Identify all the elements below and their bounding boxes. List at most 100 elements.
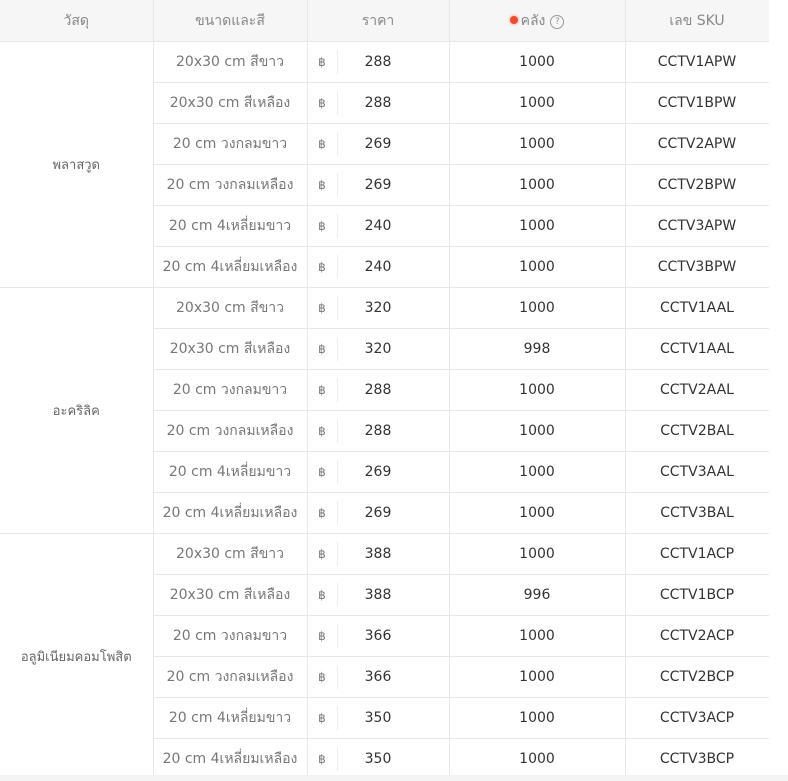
price-value[interactable]: 269 bbox=[338, 464, 449, 480]
price-value[interactable]: 240 bbox=[338, 259, 449, 275]
price-cell: ฿ 288 bbox=[307, 41, 450, 83]
stock-input[interactable]: 1000 bbox=[449, 738, 626, 780]
size-color-cell: 20 cm วงกลมเหลือง bbox=[153, 656, 308, 698]
stock-input[interactable]: 1000 bbox=[449, 656, 626, 698]
stock-input[interactable]: 996 bbox=[449, 574, 626, 616]
price-input[interactable]: ฿ 388 bbox=[308, 534, 449, 574]
price-value[interactable]: 288 bbox=[338, 95, 449, 111]
stock-input[interactable]: 998 bbox=[449, 328, 626, 370]
stock-input[interactable]: 1000 bbox=[449, 492, 626, 534]
stock-input[interactable]: 1000 bbox=[449, 410, 626, 452]
currency-symbol: ฿ bbox=[308, 501, 338, 525]
price-input[interactable]: ฿ 240 bbox=[308, 206, 449, 246]
variation-table: วัสดุ ขนาดและสี ราคา คลัง? เลข SKU พลาสว… bbox=[0, 0, 770, 780]
currency-symbol: ฿ bbox=[308, 747, 338, 771]
stock-input[interactable]: 1000 bbox=[449, 615, 626, 657]
stock-input[interactable]: 1000 bbox=[449, 41, 626, 83]
sku-input[interactable]: CCTV1ACP bbox=[625, 533, 770, 575]
sku-input[interactable]: CCTV2AAL bbox=[625, 369, 770, 411]
sku-input[interactable]: CCTV3BAL bbox=[625, 492, 770, 534]
stock-input[interactable]: 1000 bbox=[449, 82, 626, 124]
price-input[interactable]: ฿ 288 bbox=[308, 411, 449, 451]
size-color-cell: 20 cm 4เหลี่ยมเหลือง bbox=[153, 492, 308, 534]
material-cell: อลูมิเนียมคอมโพสิต bbox=[0, 533, 154, 780]
price-value[interactable]: 288 bbox=[338, 423, 449, 439]
price-input[interactable]: ฿ 288 bbox=[308, 83, 449, 123]
price-input[interactable]: ฿ 240 bbox=[308, 247, 449, 287]
stock-input[interactable]: 1000 bbox=[449, 205, 626, 247]
price-cell: ฿ 350 bbox=[307, 697, 450, 739]
right-gutter bbox=[769, 0, 788, 781]
price-input[interactable]: ฿ 320 bbox=[308, 288, 449, 328]
sku-input[interactable]: CCTV1AAL bbox=[625, 287, 770, 329]
price-input[interactable]: ฿ 366 bbox=[308, 616, 449, 656]
currency-symbol: ฿ bbox=[308, 665, 338, 689]
stock-input[interactable]: 1000 bbox=[449, 369, 626, 411]
table-row: อลูมิเนียมคอมโพสิต 20x30 cm สีขาว฿ 388 1000… bbox=[0, 533, 770, 780]
price-value[interactable]: 320 bbox=[338, 341, 449, 357]
price-value[interactable]: 320 bbox=[338, 300, 449, 316]
size-color-cell: 20 cm 4เหลี่ยมเหลือง bbox=[153, 246, 308, 288]
header-stock-label: คลัง bbox=[520, 12, 546, 29]
price-input[interactable]: ฿ 269 bbox=[308, 124, 449, 164]
header-stock: คลัง? bbox=[449, 0, 626, 42]
stock-input[interactable]: 1000 bbox=[449, 246, 626, 288]
size-color-cell: 20 cm 4เหลี่ยมขาว bbox=[153, 205, 308, 247]
sku-input[interactable]: CCTV2BAL bbox=[625, 410, 770, 452]
price-value[interactable]: 288 bbox=[338, 382, 449, 398]
price-cell: ฿ 320 bbox=[307, 328, 450, 370]
sku-input[interactable]: CCTV1APW bbox=[625, 41, 770, 83]
stock-input[interactable]: 1000 bbox=[449, 164, 626, 206]
sku-input[interactable]: CCTV1BCP bbox=[625, 574, 770, 616]
price-value[interactable]: 388 bbox=[338, 546, 449, 562]
currency-symbol: ฿ bbox=[308, 91, 338, 115]
sku-input[interactable]: CCTV3AAL bbox=[625, 451, 770, 493]
size-color-cell: 20x30 cm สีเหลือง bbox=[153, 82, 308, 124]
sku-input[interactable]: CCTV2BCP bbox=[625, 656, 770, 698]
sku-input[interactable]: CCTV3BPW bbox=[625, 246, 770, 288]
stock-input[interactable]: 1000 bbox=[449, 287, 626, 329]
currency-symbol: ฿ bbox=[308, 214, 338, 238]
sku-input[interactable]: CCTV3ACP bbox=[625, 697, 770, 739]
sku-input[interactable]: CCTV2APW bbox=[625, 123, 770, 165]
price-input[interactable]: ฿ 350 bbox=[308, 739, 449, 779]
sku-input[interactable]: CCTV1AAL bbox=[625, 328, 770, 370]
help-icon[interactable]: ? bbox=[550, 14, 565, 29]
sku-input[interactable]: CCTV1BPW bbox=[625, 82, 770, 124]
stock-input[interactable]: 1000 bbox=[449, 533, 626, 575]
price-input[interactable]: ฿ 288 bbox=[308, 42, 449, 82]
price-value[interactable]: 240 bbox=[338, 218, 449, 234]
price-value[interactable]: 350 bbox=[338, 751, 449, 767]
price-value[interactable]: 388 bbox=[338, 587, 449, 603]
price-input[interactable]: ฿ 269 bbox=[308, 452, 449, 492]
stock-input[interactable]: 1000 bbox=[449, 123, 626, 165]
price-value[interactable]: 269 bbox=[338, 177, 449, 193]
price-input[interactable]: ฿ 320 bbox=[308, 329, 449, 369]
sku-input[interactable]: CCTV2ACP bbox=[625, 615, 770, 657]
price-cell: ฿ 288 bbox=[307, 369, 450, 411]
price-value[interactable]: 350 bbox=[338, 710, 449, 726]
table-header-row: วัสดุ ขนาดและสี ราคา คลัง? เลข SKU bbox=[0, 0, 770, 42]
price-input[interactable]: ฿ 366 bbox=[308, 657, 449, 697]
price-input[interactable]: ฿ 350 bbox=[308, 698, 449, 738]
price-value[interactable]: 288 bbox=[338, 54, 449, 70]
price-value[interactable]: 366 bbox=[338, 669, 449, 685]
bottom-scroll-bar[interactable] bbox=[0, 775, 788, 781]
price-value[interactable]: 366 bbox=[338, 628, 449, 644]
price-input[interactable]: ฿ 269 bbox=[308, 165, 449, 205]
price-input[interactable]: ฿ 269 bbox=[308, 493, 449, 533]
size-color-cell: 20x30 cm สีเหลือง bbox=[153, 328, 308, 370]
sku-input[interactable]: CCTV3BCP bbox=[625, 738, 770, 780]
price-input[interactable]: ฿ 288 bbox=[308, 370, 449, 410]
sku-input[interactable]: CCTV3APW bbox=[625, 205, 770, 247]
price-input[interactable]: ฿ 388 bbox=[308, 575, 449, 615]
price-value[interactable]: 269 bbox=[338, 505, 449, 521]
price-cell: ฿ 366 bbox=[307, 615, 450, 657]
table-row: อะคริลิค 20x30 cm สีขาว฿ 320 1000 CCTV1AAL bbox=[0, 287, 770, 534]
stock-input[interactable]: 1000 bbox=[449, 697, 626, 739]
stock-input[interactable]: 1000 bbox=[449, 451, 626, 493]
sku-input[interactable]: CCTV2BPW bbox=[625, 164, 770, 206]
price-value[interactable]: 269 bbox=[338, 136, 449, 152]
header-price: ราคา bbox=[307, 0, 450, 42]
price-cell: ฿ 366 bbox=[307, 656, 450, 698]
